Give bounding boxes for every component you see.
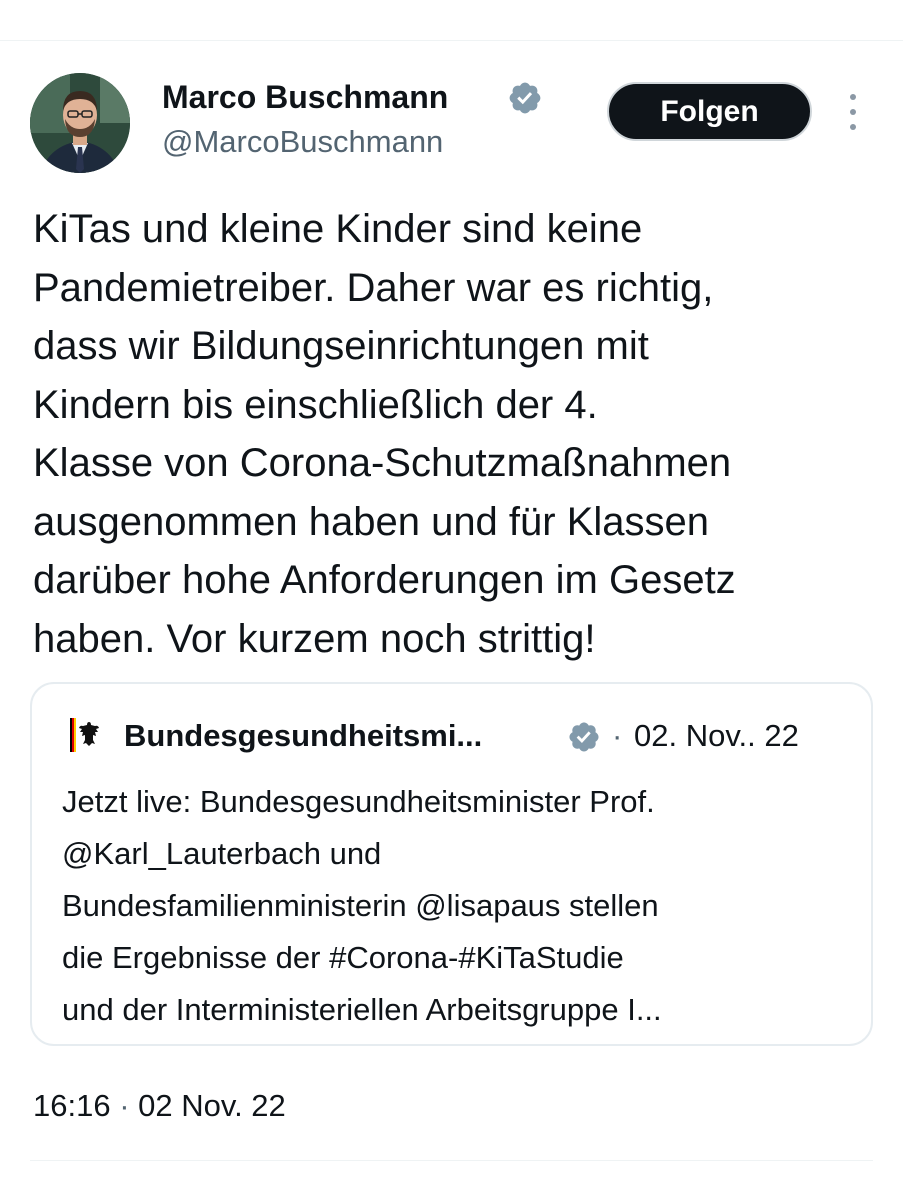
tweet-text: KiTas und kleine Kinder sind keine Pande… xyxy=(33,200,873,668)
tweet-timestamp[interactable]: 16:16 · 02 Nov. 22 xyxy=(33,1086,286,1126)
verified-badge-icon xyxy=(569,722,599,752)
tweet-text-line: darüber hohe Anforderungen im Gesetz xyxy=(33,558,736,602)
more-dot xyxy=(850,109,856,115)
bottom-divider xyxy=(30,1160,873,1161)
tweet-text-line: haben. Vor kurzem noch strittig! xyxy=(33,616,596,661)
top-divider xyxy=(0,40,903,41)
tweet-text-line: Klasse von Corona-Schutzmaßnahmen xyxy=(33,441,732,485)
tweet-text-line: Kindern bis einschließlich der 4. xyxy=(33,382,598,427)
quoted-text-line: Jetzt live: Bundesgesundheitsminister Pr… xyxy=(62,784,655,819)
more-dot xyxy=(850,94,856,100)
quoted-tweet-text: Jetzt live: Bundesgesundheitsminister Pr… xyxy=(62,776,852,1036)
quoted-text-line: und der Interministeriellen Arbeitsgrupp… xyxy=(62,992,662,1027)
quoted-text-line: @Karl_Lauterbach und xyxy=(62,836,382,871)
federal-eagle-icon xyxy=(70,718,99,752)
tweet-detail-page: Marco Buschmann @MarcoBuschmann Folgen K… xyxy=(0,0,903,1200)
quoted-text-line: Bundesfamilienministerin @lisapaus stell… xyxy=(62,888,659,923)
tweet-text-line: ausgenommen haben und für Klassen xyxy=(33,499,710,544)
tweet-date: 02 Nov. 22 xyxy=(138,1088,286,1123)
tweet-time: 16:16 xyxy=(33,1088,111,1123)
quoted-text-line: die Ergebnisse der #Corona-#KiTaStudie xyxy=(62,940,624,975)
quoted-author-name[interactable]: Bundesgesundheitsmi... xyxy=(124,716,482,756)
follow-button[interactable]: Folgen xyxy=(607,82,812,141)
more-vertical-icon[interactable] xyxy=(838,94,868,130)
tweet-text-line: dass wir Bildungseinrichtungen mit xyxy=(33,324,649,368)
quoted-tweet-card[interactable]: Bundesgesundheitsmi... · 02. Nov.. 22 Je… xyxy=(30,682,873,1046)
timestamp-separator: · xyxy=(119,1088,130,1123)
tweet-text-line: KiTas und kleine Kinder sind keine xyxy=(33,207,643,251)
author-avatar[interactable] xyxy=(30,73,130,173)
tweet-text-line: Pandemietreiber. Daher war es richtig, xyxy=(33,265,714,310)
quoted-separator: · xyxy=(612,718,623,753)
quoted-date[interactable]: 02. Nov.. 22 xyxy=(634,716,799,756)
more-dot xyxy=(850,124,856,130)
verified-badge-icon xyxy=(509,82,541,114)
author-handle[interactable]: @MarcoBuschmann xyxy=(162,123,443,161)
author-name[interactable]: Marco Buschmann xyxy=(162,77,448,117)
